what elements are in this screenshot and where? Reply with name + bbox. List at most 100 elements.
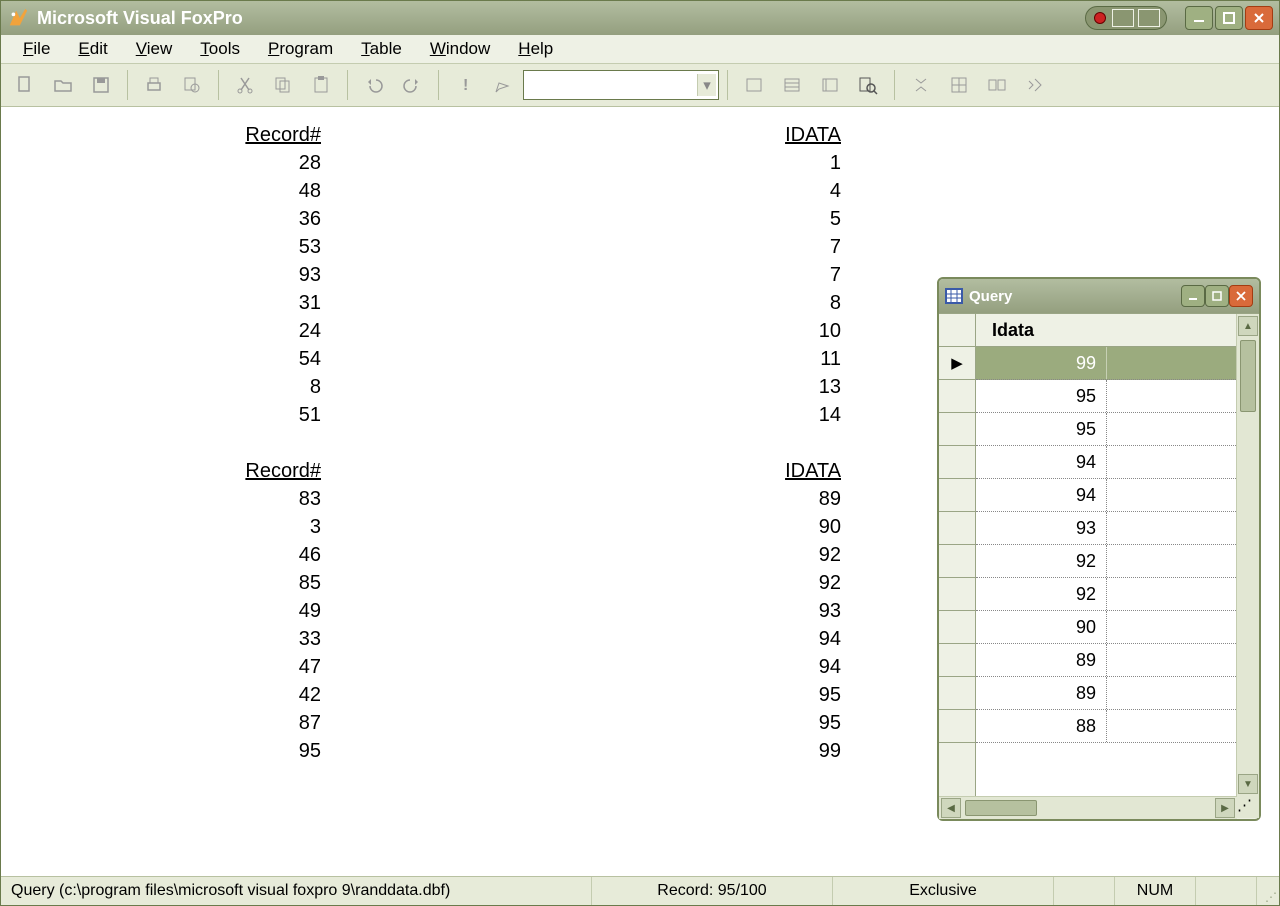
menu-table[interactable]: Table bbox=[347, 36, 416, 62]
table-row[interactable]: 90 bbox=[976, 611, 1236, 644]
row-selector[interactable] bbox=[939, 479, 975, 512]
menu-tools[interactable]: Tools bbox=[186, 36, 254, 62]
table-row[interactable]: 99 bbox=[976, 347, 1236, 380]
aux-maximize-icon[interactable] bbox=[1138, 9, 1160, 27]
print-button[interactable] bbox=[136, 67, 172, 103]
minimize-button[interactable] bbox=[1185, 6, 1213, 30]
idata-cell[interactable]: 94 bbox=[976, 446, 1107, 478]
query-close-button[interactable] bbox=[1229, 285, 1253, 307]
table-row[interactable]: 92 bbox=[976, 578, 1236, 611]
cut-button[interactable] bbox=[227, 67, 263, 103]
row-selector[interactable] bbox=[939, 710, 975, 743]
undo-button[interactable] bbox=[356, 67, 392, 103]
query-maximize-button[interactable] bbox=[1205, 285, 1229, 307]
table-row[interactable]: 93 bbox=[976, 512, 1236, 545]
menu-help[interactable]: Help bbox=[504, 36, 567, 62]
resize-grip-icon[interactable]: ⋰ bbox=[1237, 796, 1259, 818]
copy-button[interactable] bbox=[265, 67, 301, 103]
title-bar: Microsoft Visual FoxPro bbox=[1, 1, 1279, 35]
query-corner-cell bbox=[939, 314, 975, 347]
idata-cell[interactable]: 88 bbox=[976, 710, 1107, 742]
redo-button[interactable] bbox=[394, 67, 430, 103]
query-window[interactable]: Query ▶ Idata 999595949493929290898988 ▲ bbox=[937, 277, 1261, 821]
scroll-left-icon[interactable]: ◀ bbox=[941, 798, 961, 818]
query-minimize-button[interactable] bbox=[1181, 285, 1205, 307]
menu-program[interactable]: Program bbox=[254, 36, 347, 62]
row-selector[interactable] bbox=[939, 380, 975, 413]
record-number: 83 bbox=[61, 485, 321, 513]
class-browser-button[interactable] bbox=[903, 67, 939, 103]
object-browser-button[interactable] bbox=[941, 67, 977, 103]
idata-cell[interactable]: 89 bbox=[976, 677, 1107, 709]
row-selector[interactable] bbox=[939, 677, 975, 710]
vertical-scrollbar[interactable]: ▲ ▼ bbox=[1236, 314, 1259, 796]
options-button[interactable] bbox=[1017, 67, 1053, 103]
table-row[interactable]: 92 bbox=[976, 545, 1236, 578]
paste-button[interactable] bbox=[303, 67, 339, 103]
open-button[interactable] bbox=[45, 67, 81, 103]
idata-cell[interactable]: 93 bbox=[976, 512, 1107, 544]
menu-file[interactable]: File bbox=[9, 36, 64, 62]
table-row[interactable]: 88 bbox=[976, 710, 1236, 743]
query-grid[interactable]: ▶ Idata 999595949493929290898988 ▲ ▼ bbox=[939, 313, 1259, 796]
row-selector[interactable] bbox=[939, 446, 975, 479]
table-row[interactable]: 94 bbox=[976, 479, 1236, 512]
row-selector[interactable] bbox=[939, 644, 975, 677]
scroll-down-icon[interactable]: ▼ bbox=[1238, 774, 1258, 794]
idata-cell[interactable]: 95 bbox=[976, 413, 1107, 445]
idata-cell[interactable]: 92 bbox=[976, 578, 1107, 610]
idata-value: 94 bbox=[321, 625, 841, 653]
menu-bar: File Edit View Tools Program Table Windo… bbox=[1, 35, 1279, 64]
idata-value: 89 bbox=[321, 485, 841, 513]
maximize-button[interactable] bbox=[1215, 6, 1243, 30]
table-row[interactable]: 89 bbox=[976, 677, 1236, 710]
query-title-bar[interactable]: Query bbox=[939, 279, 1259, 313]
find-button[interactable] bbox=[850, 67, 886, 103]
print-preview-button[interactable] bbox=[174, 67, 210, 103]
menu-view[interactable]: View bbox=[122, 36, 187, 62]
aux-restore-icon[interactable] bbox=[1112, 9, 1134, 27]
query-column-header[interactable]: Idata bbox=[976, 314, 1236, 347]
save-button[interactable] bbox=[83, 67, 119, 103]
idata-value: 11 bbox=[321, 345, 841, 373]
database-combo[interactable]: ▾ bbox=[523, 70, 719, 100]
menu-window[interactable]: Window bbox=[416, 36, 504, 62]
query-title: Query bbox=[969, 288, 1012, 305]
list-row: 813 bbox=[61, 373, 841, 401]
idata-cell[interactable]: 89 bbox=[976, 644, 1107, 676]
horizontal-scrollbar[interactable]: ◀ ▶ bbox=[939, 796, 1237, 819]
row-selector[interactable] bbox=[939, 578, 975, 611]
new-button[interactable] bbox=[7, 67, 43, 103]
list-row: 4692 bbox=[61, 541, 841, 569]
autoform-button[interactable] bbox=[812, 67, 848, 103]
scroll-right-icon[interactable]: ▶ bbox=[1215, 798, 1235, 818]
window-resize-grip-icon[interactable]: ⋰ bbox=[1257, 876, 1279, 906]
idata-value: 1 bbox=[321, 149, 841, 177]
form-button[interactable] bbox=[736, 67, 772, 103]
report-button[interactable] bbox=[774, 67, 810, 103]
table-row[interactable]: 89 bbox=[976, 644, 1236, 677]
idata-cell[interactable]: 90 bbox=[976, 611, 1107, 643]
row-selector[interactable] bbox=[939, 611, 975, 644]
row-selector[interactable] bbox=[939, 545, 975, 578]
idata-cell[interactable]: 92 bbox=[976, 545, 1107, 577]
row-selector[interactable]: ▶ bbox=[939, 347, 975, 380]
run-button[interactable]: ! bbox=[447, 67, 483, 103]
menu-edit[interactable]: Edit bbox=[64, 36, 121, 62]
idata-value: 95 bbox=[321, 681, 841, 709]
scrollbar-thumb[interactable] bbox=[1240, 340, 1256, 412]
idata-cell[interactable]: 94 bbox=[976, 479, 1107, 511]
row-selector[interactable] bbox=[939, 512, 975, 545]
idata-cell[interactable]: 95 bbox=[976, 380, 1107, 412]
component-gallery-button[interactable] bbox=[979, 67, 1015, 103]
table-row[interactable]: 95 bbox=[976, 413, 1236, 446]
scroll-up-icon[interactable]: ▲ bbox=[1238, 316, 1258, 336]
close-button[interactable] bbox=[1245, 6, 1273, 30]
app-title: Microsoft Visual FoxPro bbox=[37, 8, 243, 29]
h-scrollbar-thumb[interactable] bbox=[965, 800, 1037, 816]
idata-cell[interactable]: 99 bbox=[976, 347, 1107, 379]
table-row[interactable]: 95 bbox=[976, 380, 1236, 413]
table-row[interactable]: 94 bbox=[976, 446, 1236, 479]
modify-button[interactable] bbox=[485, 67, 521, 103]
row-selector[interactable] bbox=[939, 413, 975, 446]
